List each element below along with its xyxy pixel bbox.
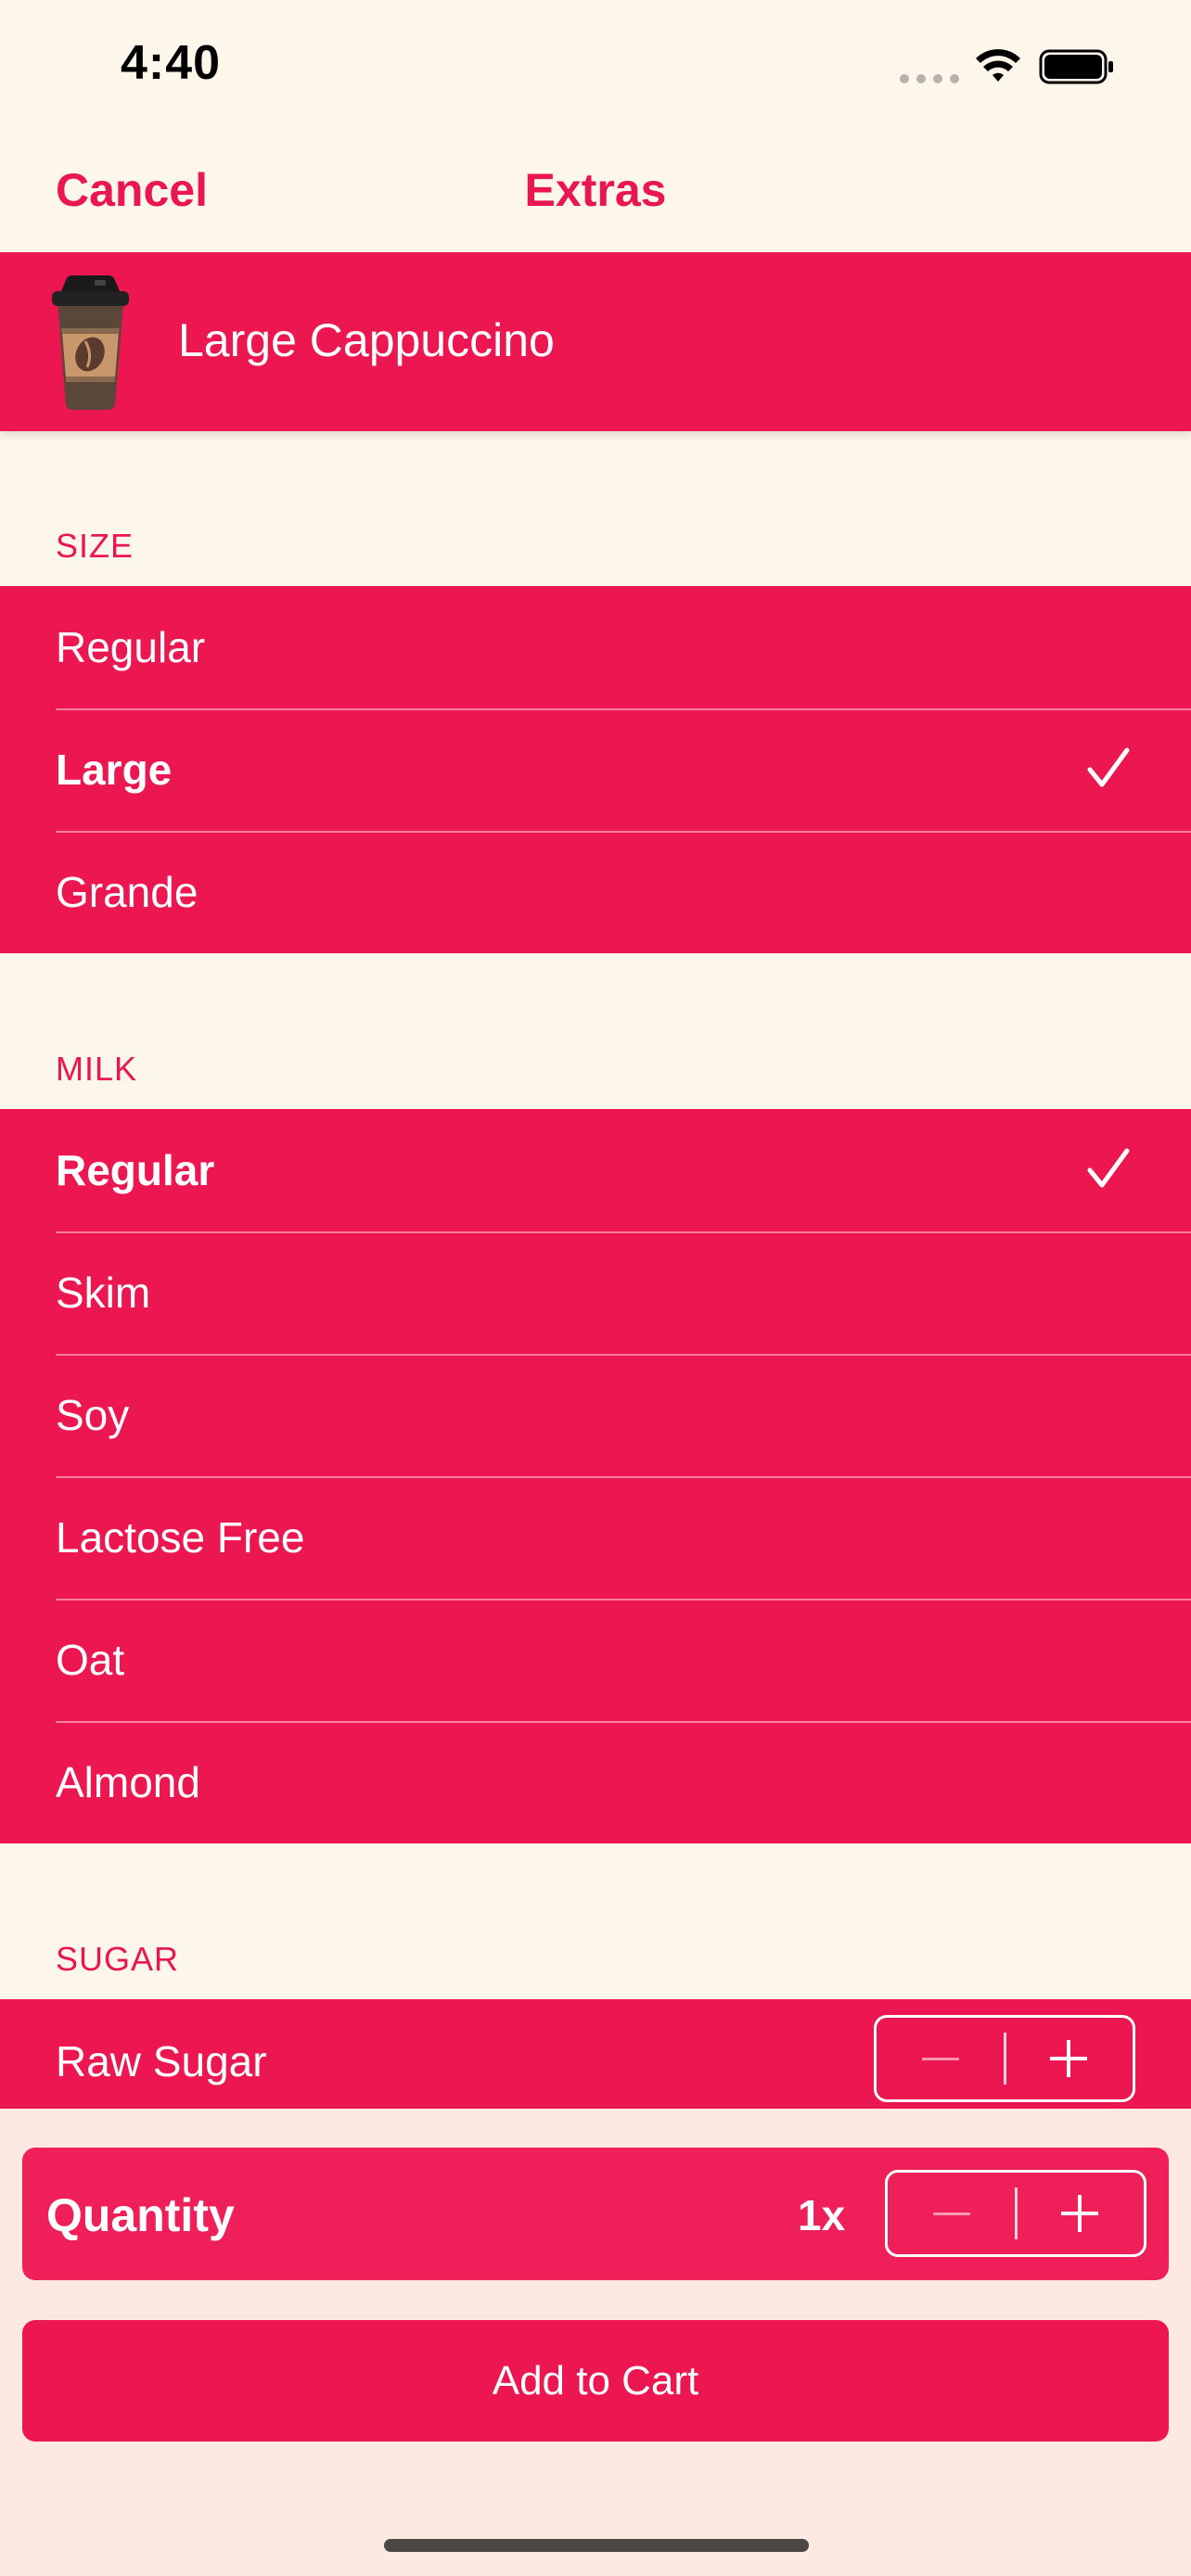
product-name: Large Cappuccino: [178, 314, 555, 366]
milk-option-lactose-free[interactable]: Lactose Free: [0, 1476, 1191, 1599]
milk-section-header: MILK: [56, 1050, 138, 1088]
raw-sugar-stepper: [874, 2015, 1135, 2102]
sugar-section-header: SUGAR: [56, 1940, 180, 1978]
cellular-signal-icon: [900, 74, 959, 83]
milk-option-label: Lactose Free: [56, 1513, 305, 1562]
milk-option-skim[interactable]: Skim: [0, 1231, 1191, 1354]
milk-options-list: Regular Skim Soy Lactose Free Oat Almond: [0, 1109, 1191, 1843]
plus-icon: [1061, 2195, 1098, 2232]
cancel-button[interactable]: Cancel: [56, 163, 208, 217]
size-option-label: Regular: [56, 623, 206, 671]
sugar-item-label: Raw Sugar: [56, 2037, 267, 2085]
coffee-cup-icon: [52, 275, 129, 410]
quantity-label: Quantity: [46, 2189, 235, 2241]
quantity-decrement-button[interactable]: [888, 2173, 1016, 2254]
minus-icon: [933, 2212, 970, 2215]
milk-option-label: Skim: [56, 1269, 151, 1317]
milk-option-soy[interactable]: Soy: [0, 1354, 1191, 1476]
milk-option-oat[interactable]: Oat: [0, 1599, 1191, 1721]
size-option-label: Grande: [56, 868, 198, 916]
size-option-large[interactable]: Large: [0, 708, 1191, 831]
battery-icon: [1039, 49, 1113, 84]
plus-icon: [1050, 2040, 1087, 2077]
status-time: 4:40: [121, 36, 222, 90]
size-option-grande[interactable]: Grande: [0, 831, 1191, 953]
quantity-increment-button[interactable]: [1016, 2173, 1144, 2254]
milk-option-label: Oat: [56, 1636, 125, 1684]
add-to-cart-button[interactable]: Add to Cart: [22, 2320, 1169, 2442]
raw-sugar-decrement-button[interactable]: [877, 2018, 1005, 2099]
milk-option-label: Soy: [56, 1391, 130, 1439]
size-options-list: Regular Large Grande: [0, 586, 1191, 953]
size-option-regular[interactable]: Regular: [0, 586, 1191, 708]
raw-sugar-increment-button[interactable]: [1005, 2018, 1133, 2099]
minus-icon: [922, 2057, 959, 2060]
checkmark-icon: [1087, 747, 1130, 787]
milk-option-label: Regular: [56, 1146, 215, 1194]
wifi-icon: [976, 49, 1020, 82]
milk-option-label: Almond: [56, 1758, 200, 1806]
milk-option-almond[interactable]: Almond: [0, 1721, 1191, 1843]
quantity-value: 1x: [798, 2191, 846, 2239]
quantity-stepper: [885, 2170, 1146, 2257]
size-section-header: SIZE: [56, 527, 134, 565]
checkmark-icon: [1087, 1148, 1130, 1188]
sugar-options-list: Raw Sugar: [0, 1999, 1191, 2109]
home-indicator[interactable]: [384, 2539, 809, 2552]
size-option-label: Large: [56, 746, 173, 794]
milk-option-regular[interactable]: Regular: [0, 1109, 1191, 1231]
